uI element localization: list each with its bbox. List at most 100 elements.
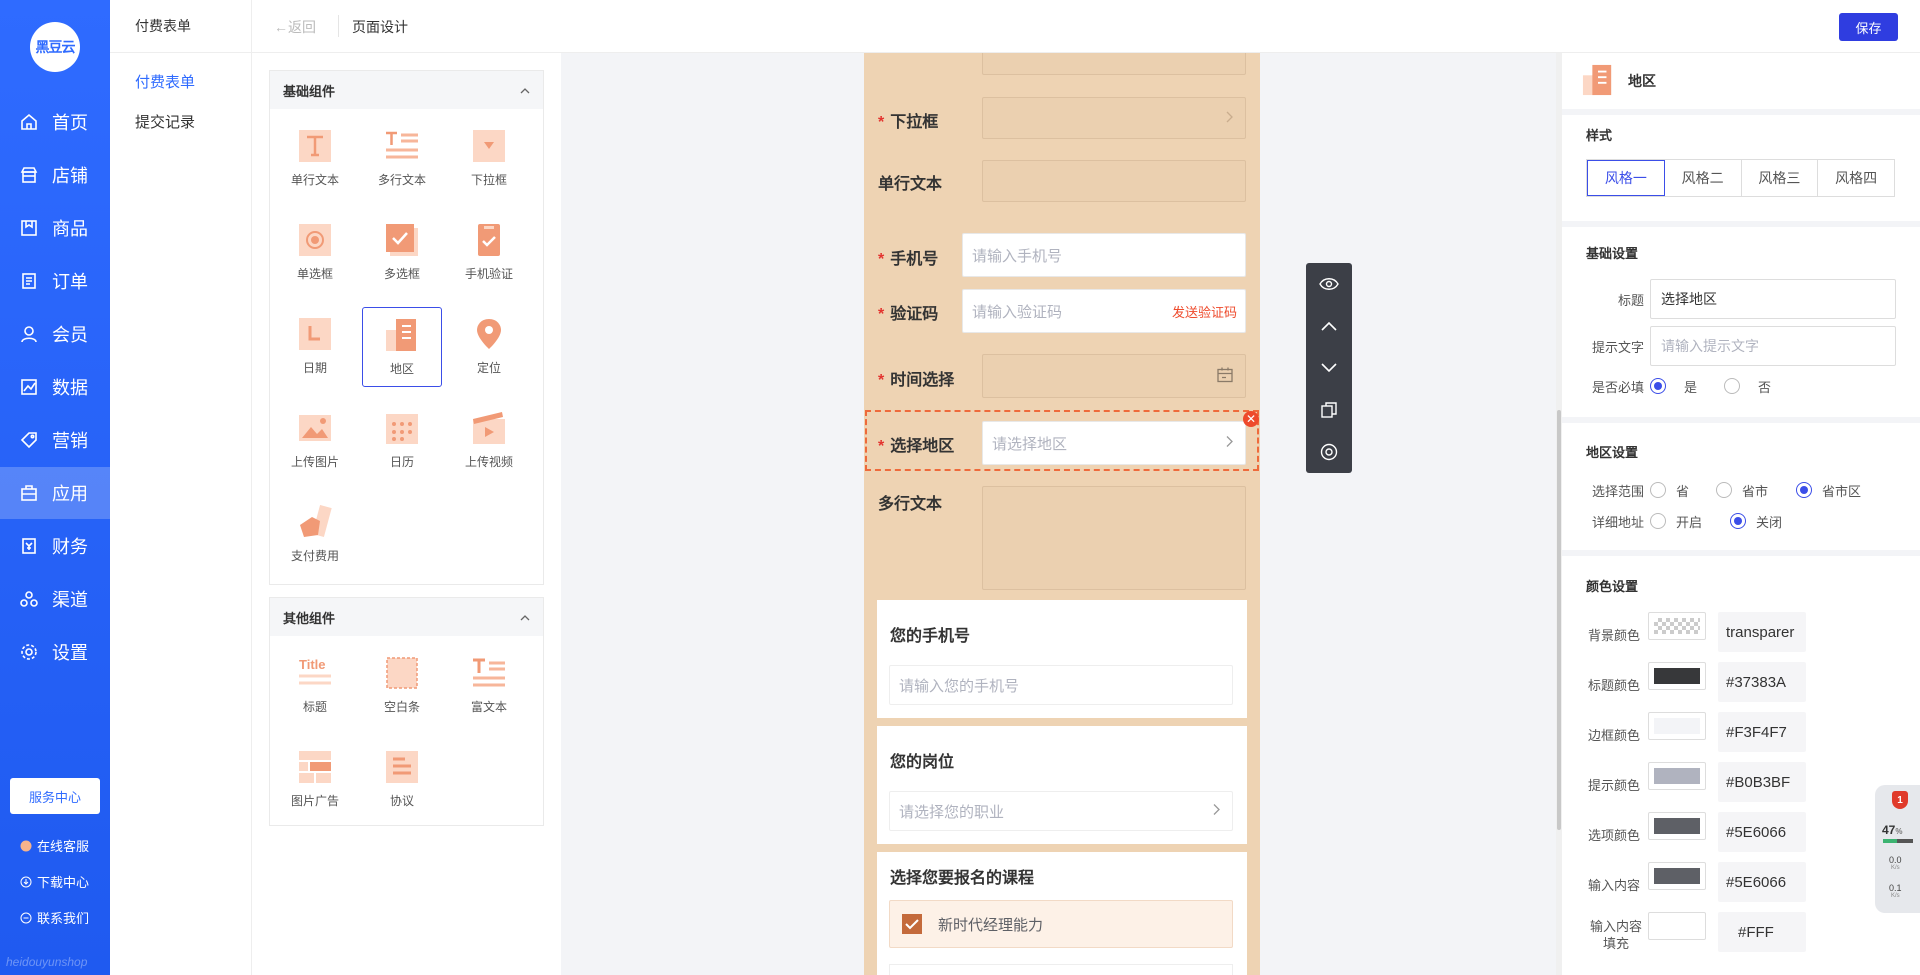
range-province-city-district-radio[interactable] <box>1796 482 1812 498</box>
region-icon <box>1582 64 1614 99</box>
title-color-value[interactable]: #37383A <box>1718 662 1806 702</box>
settings-panel: 地区 样式 风格一 风格二 风格三 风格四 基础设置 标题 选择地区 提示文字 … <box>1562 53 1920 975</box>
detail-off-radio[interactable] <box>1730 513 1746 529</box>
nav-label: 首页 <box>52 113 88 133</box>
component-upload-image[interactable]: 上传图片 <box>275 401 355 481</box>
style-tab-3[interactable]: 风格三 <box>1742 160 1819 196</box>
component-rich-text[interactable]: 富文本 <box>449 646 529 726</box>
nav-item-marketing[interactable]: 营销 <box>0 414 110 466</box>
network-monitor-widget[interactable]: 1 47% 0.0 K/s 0.1 K/s <box>1875 785 1920 913</box>
component-date[interactable]: 日期 <box>275 307 355 387</box>
settings-icon[interactable] <box>1306 431 1352 473</box>
option-color-swatch[interactable] <box>1648 812 1706 840</box>
submenu: 付费表单 付费表单 提交记录 <box>110 0 252 975</box>
component-region[interactable]: 地区 <box>362 307 442 387</box>
hint-input[interactable]: 请输入提示文字 <box>1650 326 1896 366</box>
tile-label: 下拉框 <box>470 173 507 187</box>
border-color-value[interactable]: #F3F4F7 <box>1718 712 1806 752</box>
move-down-icon[interactable] <box>1306 347 1352 389</box>
title-color-swatch[interactable] <box>1648 662 1706 690</box>
card-phone-input[interactable]: 请输入您的手机号 <box>889 665 1233 705</box>
copy-icon[interactable] <box>1306 389 1352 431</box>
nav-item-member[interactable]: 会员 <box>0 308 110 360</box>
component-radio[interactable]: 单选框 <box>275 213 355 293</box>
submenu-item-records[interactable]: 提交记录 <box>110 103 251 143</box>
back-label: 返回 <box>288 19 316 35</box>
send-code-button[interactable]: 发送验证码 <box>1172 302 1237 321</box>
nav-item-order[interactable]: 订单 <box>0 255 110 307</box>
input-fill-color-swatch[interactable] <box>1648 912 1706 940</box>
component-single-text[interactable]: 单行文本 <box>275 119 355 199</box>
nav-item-data[interactable]: 数据 <box>0 361 110 413</box>
nav-label: 营销 <box>52 431 88 451</box>
submenu-item-paid-form[interactable]: 付费表单 <box>110 63 251 103</box>
style-tab-1[interactable]: 风格一 <box>1587 160 1665 196</box>
card-job-select[interactable]: 请选择您的职业 <box>889 791 1233 831</box>
style-tab-4[interactable]: 风格四 <box>1818 160 1894 196</box>
code-input[interactable]: 请输入验证码 发送验证码 <box>962 289 1246 333</box>
input-color-swatch[interactable] <box>1648 862 1706 890</box>
delete-component-button[interactable]: ✕ <box>1243 411 1259 427</box>
range-province-radio[interactable] <box>1650 482 1666 498</box>
component-checkbox[interactable]: 多选框 <box>362 213 442 293</box>
style-tab-2[interactable]: 风格二 <box>1665 160 1742 196</box>
svg-text:Title: Title <box>299 657 326 672</box>
basic-components-header[interactable]: 基础组件 <box>270 71 543 109</box>
component-dropdown[interactable]: 下拉框 <box>449 119 529 199</box>
component-calendar[interactable]: 日历 <box>362 401 442 481</box>
nav-item-channel[interactable]: 渠道 <box>0 573 110 625</box>
online-service-link[interactable]: 在线客服 <box>20 836 89 855</box>
tile-label: 上传视频 <box>464 455 513 469</box>
detail-on-radio[interactable] <box>1650 513 1666 529</box>
save-button[interactable]: 保存 <box>1839 13 1898 41</box>
course-option[interactable] <box>889 964 1233 975</box>
time-input[interactable] <box>982 354 1246 398</box>
border-color-swatch[interactable] <box>1648 712 1706 740</box>
bg-color-value[interactable]: transparer <box>1718 612 1806 652</box>
option-color-value[interactable]: #5E6066 <box>1718 812 1806 852</box>
required-no-radio[interactable] <box>1724 378 1740 394</box>
multi-text-input[interactable] <box>982 486 1246 590</box>
component-location[interactable]: 定位 <box>449 307 529 387</box>
previous-field-input[interactable] <box>982 53 1246 75</box>
back-button[interactable]: ←返回 <box>274 17 316 37</box>
component-image-ad[interactable]: 图片广告 <box>275 740 355 820</box>
nav-item-store[interactable]: 店铺 <box>0 149 110 201</box>
phone-input[interactable]: 请输入手机号 <box>962 233 1246 277</box>
input-fill-color-value[interactable]: #FFF <box>1718 912 1806 952</box>
contact-us-link[interactable]: 联系我们 <box>20 908 89 927</box>
input-color-value[interactable]: #5E6066 <box>1718 862 1806 902</box>
nav-item-goods[interactable]: 商品 <box>0 202 110 254</box>
component-title[interactable]: Title 标题 <box>275 646 355 726</box>
region-input[interactable]: 请选择地区 <box>982 421 1246 465</box>
move-up-icon[interactable] <box>1306 305 1352 347</box>
service-center-button[interactable]: 服务中心 <box>10 778 100 814</box>
nav-item-app[interactable]: 应用 <box>0 467 110 519</box>
nav-item-settings[interactable]: 设置 <box>0 626 110 678</box>
hint-color-swatch[interactable] <box>1648 762 1706 790</box>
single-text-input[interactable] <box>982 160 1246 202</box>
eye-icon[interactable] <box>1306 263 1352 305</box>
gear-icon <box>20 643 38 661</box>
basic-components-group: 基础组件 单行文本 多行文本 下拉框 单选框 多选框 手机验证 日期 地区 定位… <box>269 70 544 585</box>
component-blank[interactable]: 空白条 <box>362 646 442 726</box>
scrollbar-thumb[interactable] <box>1557 410 1561 830</box>
nav-item-home[interactable]: 首页 <box>0 96 110 148</box>
component-payment[interactable]: 支付费用 <box>275 495 355 575</box>
component-multi-text[interactable]: 多行文本 <box>362 119 442 199</box>
other-components-header[interactable]: 其他组件 <box>270 598 543 636</box>
bg-color-swatch[interactable] <box>1648 612 1706 640</box>
range-province-city-radio[interactable] <box>1716 482 1732 498</box>
nav-item-finance[interactable]: 财务 <box>0 520 110 572</box>
course-option[interactable]: 新时代经理能力 <box>889 900 1233 948</box>
component-agreement[interactable]: 协议 <box>362 740 442 820</box>
hint-color-value[interactable]: #B0B3BF <box>1718 762 1806 802</box>
download-center-link[interactable]: 下载中心 <box>20 872 89 891</box>
radio-icon <box>299 224 331 256</box>
required-yes-radio[interactable] <box>1650 378 1666 394</box>
component-phone-verify[interactable]: 手机验证 <box>449 213 529 293</box>
dropdown-input[interactable] <box>982 97 1246 139</box>
detail-on-label: 开启 <box>1676 515 1703 530</box>
component-upload-video[interactable]: 上传视频 <box>449 401 529 481</box>
title-input[interactable]: 选择地区 <box>1650 279 1896 319</box>
